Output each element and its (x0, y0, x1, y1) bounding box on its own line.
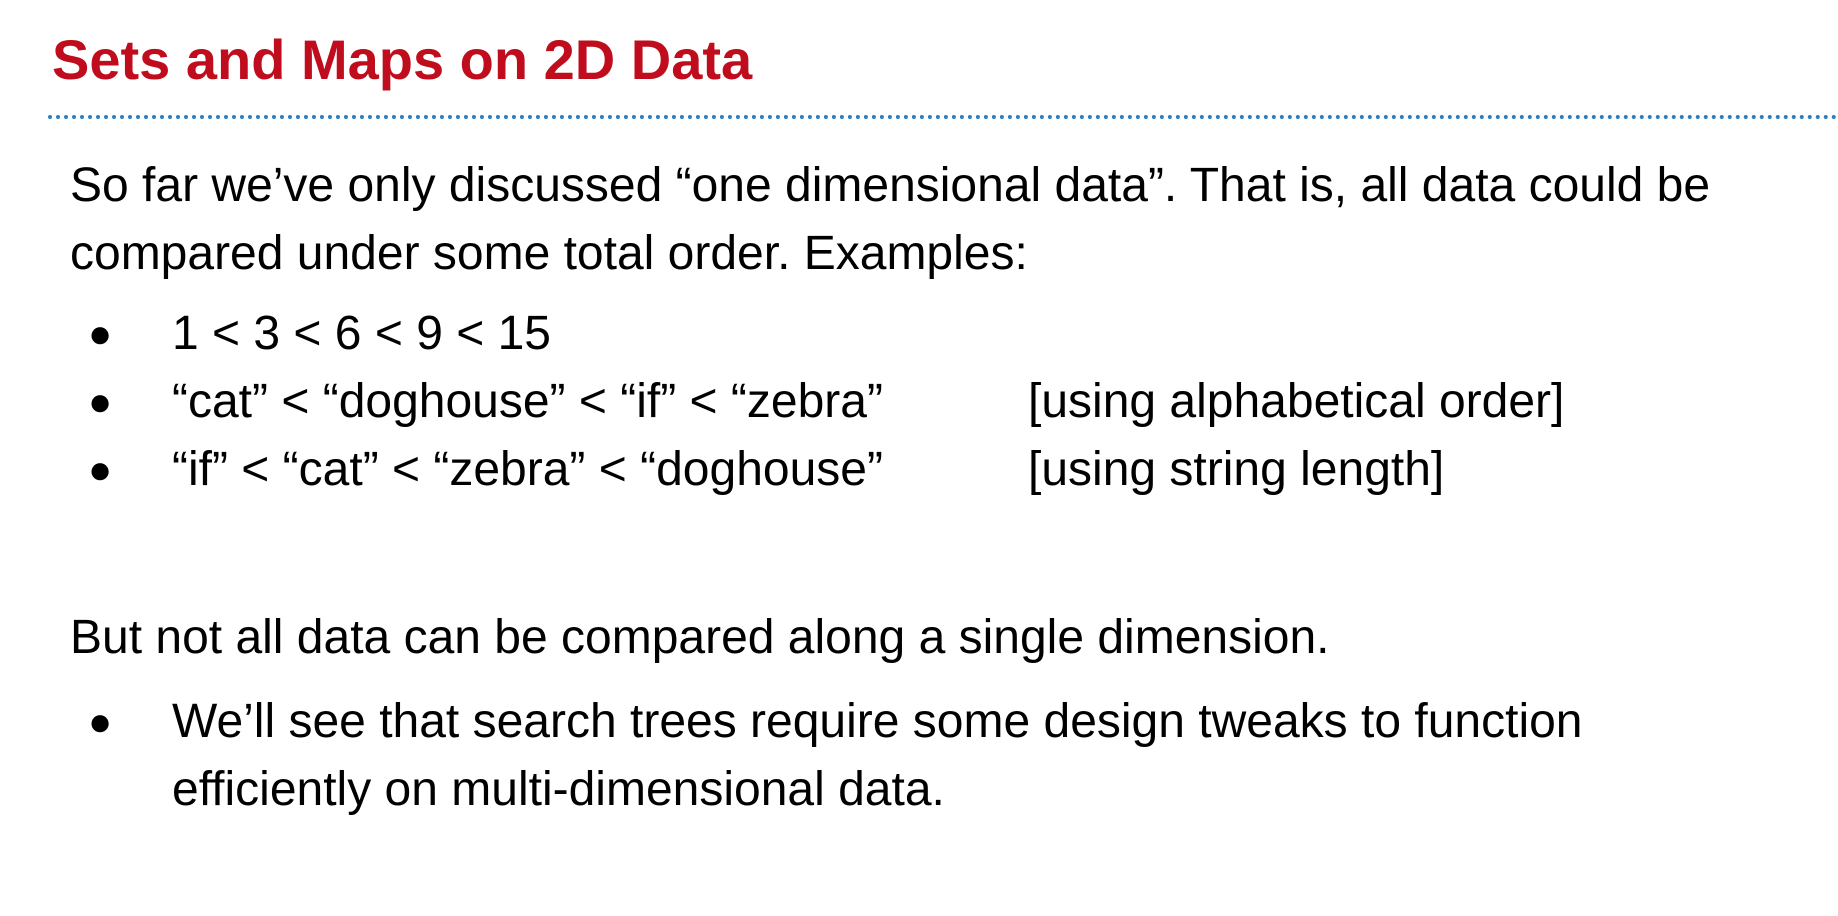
design-note-line: efficiently on multi-dimensional data. (172, 763, 945, 816)
intro-line: compared under some total order. Example… (70, 227, 1028, 280)
design-note-line: We’ll see that search trees require some… (172, 695, 1583, 748)
example-note: [using alphabetical order] (1028, 375, 1565, 428)
list-item: ● 1 < 3 < 6 < 9 < 15 (0, 300, 1838, 368)
design-note: We’ll see that search trees require some… (172, 688, 1583, 824)
example-note: [using string length] (1028, 443, 1445, 496)
example-text: “if” < “cat” < “zebra” < “doghouse” (172, 443, 883, 496)
title-divider (48, 115, 1838, 119)
list-item: ● “if” < “cat” < “zebra” < “doghouse” [u… (0, 436, 1838, 504)
list-item: ● “cat” < “doghouse” < “if” < “zebra” [u… (0, 368, 1838, 436)
bullet-icon: ● (88, 380, 113, 424)
intro-paragraph: So far we’ve only discussed “one dimensi… (70, 152, 1830, 288)
example-text: 1 < 3 < 6 < 9 < 15 (172, 307, 551, 360)
slide-title: Sets and Maps on 2D Data (52, 28, 753, 91)
example-text: “cat” < “doghouse” < “if” < “zebra” (172, 375, 883, 428)
design-list: ● We’ll see that search trees require so… (0, 688, 1838, 824)
second-paragraph: But not all data can be compared along a… (70, 611, 1330, 664)
examples-list: ● 1 < 3 < 6 < 9 < 15 ● “cat” < “doghouse… (0, 300, 1838, 504)
slide: Sets and Maps on 2D Data So far we’ve on… (0, 0, 1838, 916)
bullet-icon: ● (88, 448, 113, 492)
intro-line: So far we’ve only discussed “one dimensi… (70, 159, 1711, 212)
bullet-icon: ● (88, 312, 113, 356)
list-item: ● We’ll see that search trees require so… (0, 688, 1838, 824)
bullet-icon: ● (88, 700, 113, 744)
